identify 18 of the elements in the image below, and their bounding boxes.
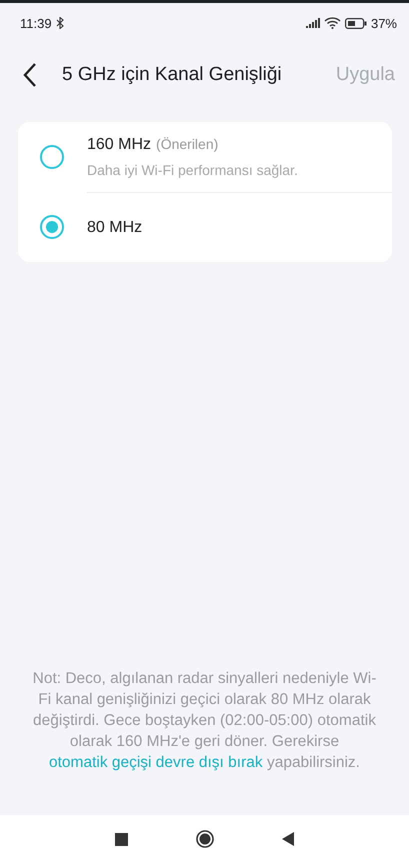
bluetooth-icon <box>56 17 64 29</box>
radio-button[interactable] <box>40 215 64 239</box>
signal-icon <box>306 18 320 28</box>
disable-auto-switch-link[interactable]: otomatik geçişi devre dışı bırak <box>48 754 263 771</box>
recents-icon[interactable] <box>115 832 128 846</box>
battery-icon <box>344 18 367 28</box>
note-text: Not: Deco, algılanan radar sinyalleri nedeniyle Wi-Fi kanal genişliğinizi geçici olarak 80 MHz olarak değiştirdi. Gece boştayken (02:00-05:00) otomatik olarak 160 MHz'e geri döner. Gerekirse otomatik geçişi devre dışı bırak yapabilirsiniz. <box>32 669 378 773</box>
battery-level: 37% <box>370 16 397 30</box>
option-description: Daha iyi Wi-Fi performansı sağlar. <box>87 162 299 178</box>
clock: 11:39 <box>20 16 52 30</box>
recommended-tag: (Önerilen) <box>156 136 218 152</box>
page-title: 5 GHz için Kanal Genişliği <box>62 64 283 86</box>
home-icon[interactable] <box>196 830 214 848</box>
option-label: 160 MHz <box>87 136 152 154</box>
back-icon[interactable] <box>282 832 294 846</box>
radio-button[interactable] <box>40 145 64 169</box>
wifi-icon <box>324 17 341 29</box>
option-label: 80 MHz <box>87 218 142 236</box>
